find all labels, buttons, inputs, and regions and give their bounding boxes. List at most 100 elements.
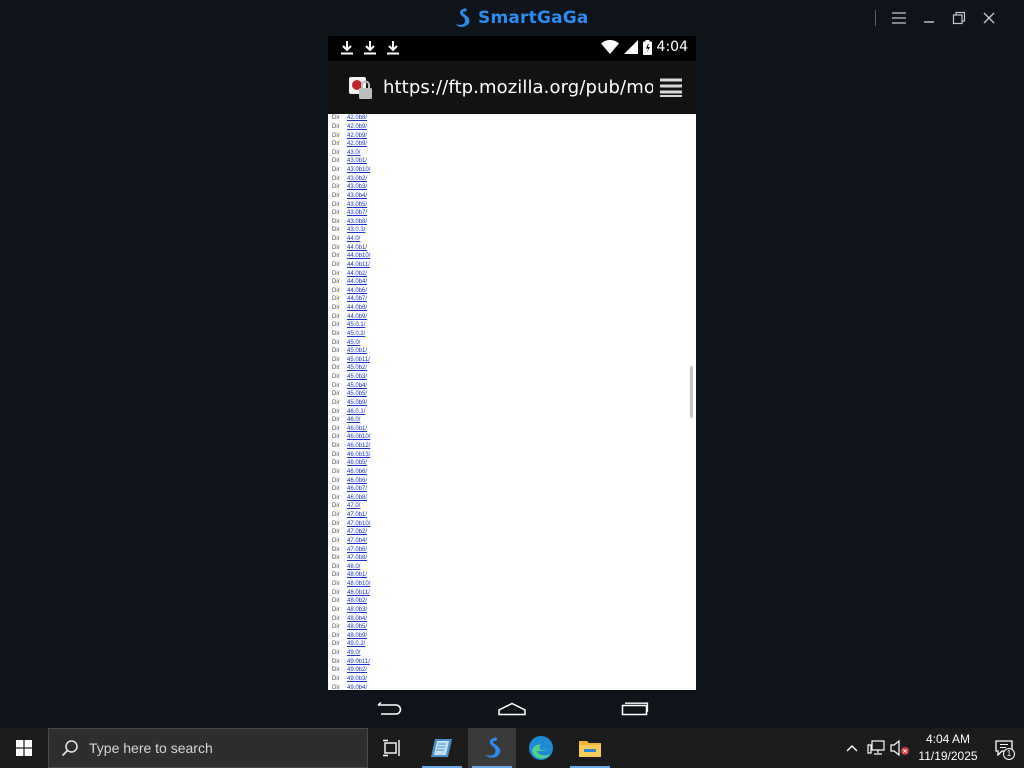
- directory-link[interactable]: 44.0b4/: [347, 278, 367, 286]
- directory-link[interactable]: 43.0b3/: [347, 183, 367, 191]
- directory-link[interactable]: 45.0/: [347, 339, 360, 347]
- directory-link[interactable]: 46.0b8/: [347, 494, 367, 502]
- directory-link[interactable]: 45.0b5/: [347, 390, 367, 398]
- menu-button[interactable]: [884, 0, 914, 36]
- taskbar-app-smartgaga[interactable]: [468, 728, 516, 768]
- start-button[interactable]: [0, 728, 48, 768]
- directory-link[interactable]: 45.0b2/: [347, 364, 367, 372]
- directory-link[interactable]: 42.0b9/: [347, 140, 367, 148]
- directory-link[interactable]: 42.0b9/: [347, 123, 367, 131]
- entry-type: Dir: [332, 632, 340, 639]
- directory-link[interactable]: 48.0b4/: [347, 615, 367, 623]
- directory-link[interactable]: 45.0.1/: [347, 321, 365, 329]
- directory-link[interactable]: 46.0/: [347, 416, 360, 424]
- directory-link[interactable]: 46.0b7/: [347, 485, 367, 493]
- directory-link[interactable]: 46.0b1/: [347, 425, 367, 433]
- smartgaga-app-icon: [485, 737, 501, 758]
- directory-link[interactable]: 44.0/: [347, 235, 360, 243]
- taskbar-app-notebook[interactable]: [418, 728, 466, 768]
- restore-button[interactable]: [944, 0, 974, 36]
- directory-link[interactable]: 47.0b10/: [347, 520, 370, 528]
- directory-link[interactable]: 46.0b12/: [347, 442, 370, 450]
- directory-link[interactable]: 43.0b2/: [347, 175, 367, 183]
- directory-link[interactable]: 45.0b4/: [347, 382, 367, 390]
- list-item: Dir 47.0/: [332, 502, 370, 511]
- directory-link[interactable]: 43.0b10/: [347, 166, 370, 174]
- directory-link[interactable]: 45.0.2/: [347, 330, 365, 338]
- directory-link[interactable]: 44.0b11/: [347, 261, 370, 269]
- list-item: Dir 44.0b9/: [332, 312, 370, 321]
- directory-link[interactable]: 46.0b6/: [347, 477, 367, 485]
- minimize-button[interactable]: [914, 0, 944, 36]
- directory-link[interactable]: 47.0/: [347, 502, 360, 510]
- directory-link[interactable]: 49.0b3/: [347, 675, 367, 683]
- directory-link[interactable]: 47.0b8/: [347, 554, 367, 562]
- page-scrollbar[interactable]: [690, 366, 693, 418]
- directory-link[interactable]: 46.0b5/: [347, 459, 367, 467]
- directory-link[interactable]: 48.0/: [347, 563, 360, 571]
- directory-link[interactable]: 49.0.2/: [347, 640, 365, 648]
- directory-link[interactable]: 48.0b1/: [347, 571, 367, 579]
- directory-link[interactable]: 48.0b11/: [347, 589, 370, 597]
- task-view-button[interactable]: [368, 728, 416, 768]
- directory-link[interactable]: 48.0b2/: [347, 597, 367, 605]
- directory-link[interactable]: 43.0b8/: [347, 218, 367, 226]
- directory-link[interactable]: 43.0b1/: [347, 157, 367, 165]
- directory-link[interactable]: 45.0b1/: [347, 347, 367, 355]
- directory-link[interactable]: 44.0b2/: [347, 270, 367, 278]
- entry-type: Dir: [332, 503, 340, 510]
- directory-link[interactable]: 46.0.1/: [347, 408, 365, 416]
- directory-link[interactable]: 43.0b7/: [347, 209, 367, 217]
- directory-link[interactable]: 47.0b2/: [347, 528, 367, 536]
- directory-link[interactable]: 49.0/: [347, 649, 360, 657]
- show-hidden-icons-button[interactable]: [840, 728, 864, 768]
- directory-link[interactable]: 44.0b9/: [347, 313, 367, 321]
- recent-apps-button[interactable]: [615, 694, 655, 724]
- directory-link[interactable]: 49.0b11/: [347, 658, 370, 666]
- directory-link[interactable]: 48.0b9/: [347, 632, 367, 640]
- directory-link[interactable]: 45.0b11/: [347, 356, 370, 364]
- directory-link[interactable]: 45.0b9/: [347, 399, 367, 407]
- directory-link[interactable]: 43.0/: [347, 149, 360, 157]
- directory-link[interactable]: 48.0b5/: [347, 623, 367, 631]
- directory-link[interactable]: 44.0b10/: [347, 252, 370, 260]
- directory-link[interactable]: 46.0b13/: [347, 451, 370, 459]
- directory-link[interactable]: 43.0b4/: [347, 192, 367, 200]
- directory-link[interactable]: 45.0b3/: [347, 373, 367, 381]
- url-field[interactable]: https://ftp.mozilla.org/pub/mo: [383, 77, 653, 98]
- folder-icon: [579, 741, 601, 757]
- action-center-button[interactable]: 1: [984, 728, 1024, 768]
- directory-link[interactable]: 47.0b1/: [347, 511, 367, 519]
- site-security-lock-icon[interactable]: [347, 75, 375, 101]
- directory-link[interactable]: 44.0b1/: [347, 244, 367, 252]
- directory-link[interactable]: 42.0b9/: [347, 132, 367, 140]
- volume-tray-button[interactable]: [888, 728, 912, 768]
- directory-link[interactable]: 42.0b8/: [347, 114, 367, 122]
- directory-link[interactable]: 47.0b4/: [347, 537, 367, 545]
- home-button[interactable]: [492, 694, 532, 724]
- directory-link[interactable]: 44.0b8/: [347, 304, 367, 312]
- directory-link[interactable]: 49.0b2/: [347, 666, 367, 674]
- taskbar-app-file-explorer[interactable]: [566, 728, 614, 768]
- directory-link[interactable]: 47.0b6/: [347, 546, 367, 554]
- taskbar-clock[interactable]: 4:04 AM 11/19/2025: [912, 731, 984, 765]
- directory-link[interactable]: 46.0b10/: [347, 433, 370, 441]
- browser-tabs-menu-icon[interactable]: [658, 76, 684, 98]
- close-button[interactable]: [974, 0, 1004, 36]
- entry-type: Dir: [332, 330, 340, 337]
- directory-link[interactable]: 43.0b5/: [347, 201, 367, 209]
- taskbar-app-edge[interactable]: [517, 728, 565, 768]
- download-icon: [341, 41, 353, 55]
- directory-link[interactable]: 46.0b6/: [347, 468, 367, 476]
- directory-link[interactable]: 44.0b7/: [347, 295, 367, 303]
- volume-muted-icon: [890, 740, 909, 756]
- taskbar-search-box[interactable]: Type here to search: [48, 728, 368, 768]
- directory-link[interactable]: 44.0b6/: [347, 287, 367, 295]
- directory-link[interactable]: 43.0.3/: [347, 226, 365, 234]
- network-tray-button[interactable]: [864, 728, 888, 768]
- web-page-content[interactable]: Dir 42.0b8/Dir 42.0b9/Dir 42.0b9/Dir 42.0b9/…: [328, 114, 696, 690]
- directory-link[interactable]: 48.0b3/: [347, 606, 367, 614]
- directory-link[interactable]: 48.0b10/: [347, 580, 370, 588]
- list-item: Dir 46.0b8/: [332, 494, 370, 503]
- back-button[interactable]: [369, 694, 409, 724]
